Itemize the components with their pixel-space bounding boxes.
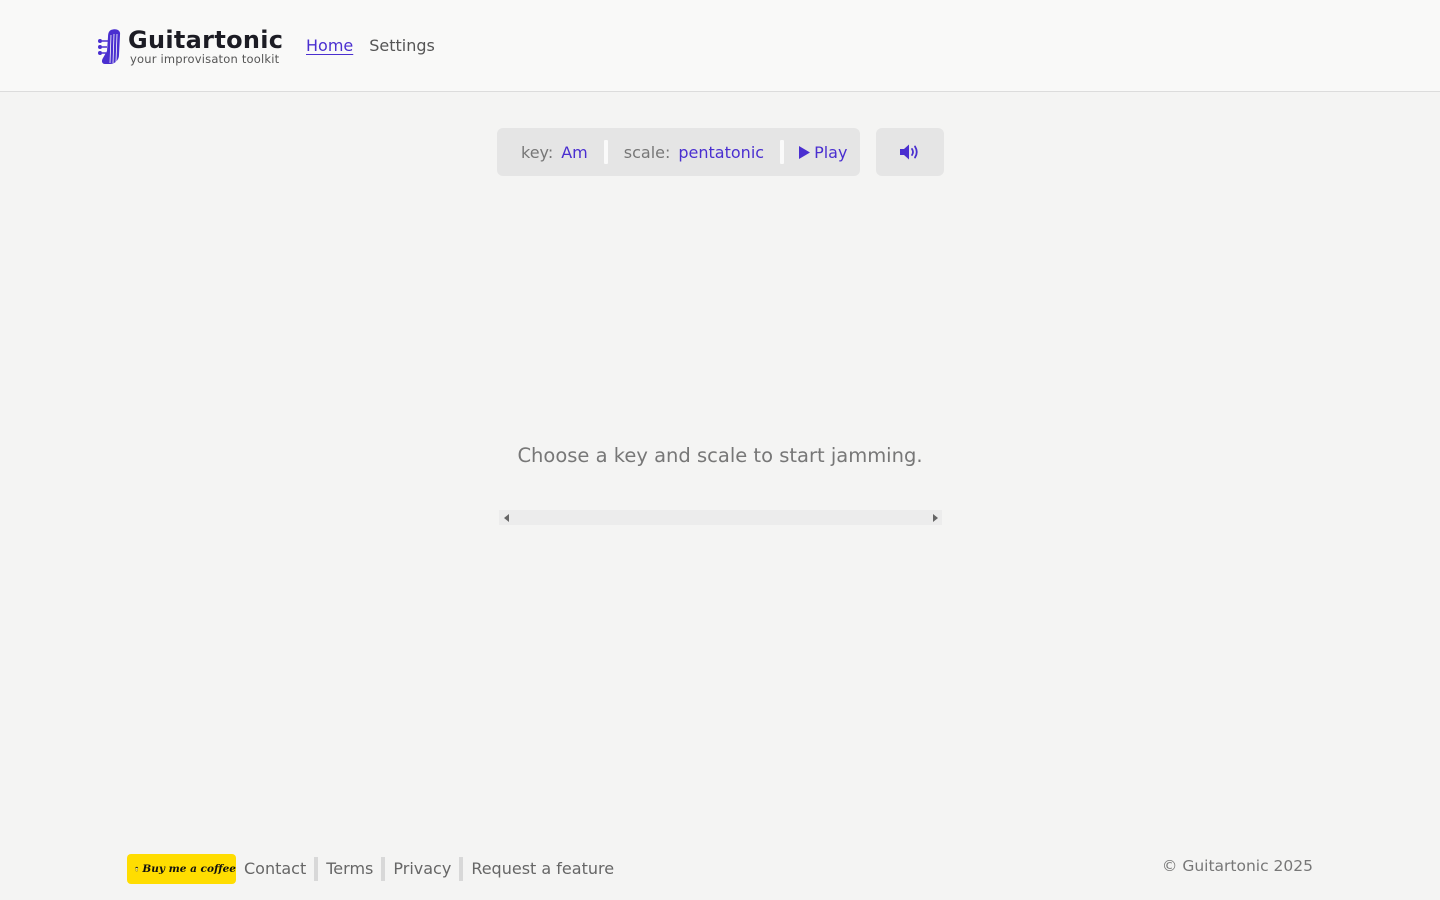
- footer-separator: [459, 857, 464, 881]
- scale-label: scale:: [623, 142, 671, 162]
- footer-contact-link[interactable]: Contact: [244, 859, 306, 879]
- scale-controls: key: Am scale: pentatonic Play: [497, 128, 860, 176]
- scroll-left-arrow[interactable]: [499, 510, 514, 525]
- play-label: Play: [814, 142, 848, 162]
- footer-separator: [381, 857, 386, 881]
- key-value: Am: [561, 142, 588, 162]
- volume-icon: [900, 144, 918, 160]
- footer-terms-link[interactable]: Terms: [326, 859, 373, 879]
- guitar-headstock-icon: [98, 29, 121, 64]
- brand-title: Guitartonic: [128, 26, 284, 54]
- volume-button[interactable]: [876, 128, 944, 176]
- logo-link[interactable]: Guitartonic your improvisaton toolkit: [97, 26, 283, 66]
- main-nav: Home Settings: [306, 36, 435, 56]
- footer-nav: Contact Terms Privacy Request a feature: [244, 857, 614, 881]
- play-icon: [799, 145, 811, 159]
- scroll-right-arrow[interactable]: [927, 510, 942, 525]
- brand-subtitle: your improvisaton toolkit: [130, 52, 280, 66]
- footer-separator: [314, 857, 319, 881]
- triangle-right-icon: [932, 513, 938, 522]
- scale-value: pentatonic: [678, 142, 765, 162]
- footer-request-feature-link[interactable]: Request a feature: [471, 859, 614, 879]
- nav-home-link[interactable]: Home: [306, 36, 353, 56]
- horizontal-scrollbar[interactable]: [499, 510, 942, 525]
- buy-me-a-coffee-button[interactable]: Buy me a coffee: [127, 854, 236, 884]
- scale-selector[interactable]: scale: pentatonic: [608, 128, 780, 176]
- footer-links-area: Buy me a coffee Contact Terms Privacy Re…: [127, 854, 614, 884]
- copyright-text: © Guitartonic 2025: [1161, 857, 1313, 875]
- bmc-label: Buy me a coffee: [142, 863, 236, 875]
- key-selector[interactable]: key: Am: [497, 128, 604, 176]
- nav-settings-link[interactable]: Settings: [369, 36, 435, 56]
- key-label: key:: [521, 142, 554, 162]
- triangle-left-icon: [503, 513, 509, 522]
- site-header: Guitartonic your improvisaton toolkit Ho…: [0, 0, 1440, 92]
- empty-state-message: Choose a key and scale to start jamming.: [517, 444, 923, 467]
- coffee-cup-icon: [135, 866, 139, 872]
- footer-privacy-link[interactable]: Privacy: [393, 859, 451, 879]
- play-button[interactable]: Play: [784, 143, 847, 162]
